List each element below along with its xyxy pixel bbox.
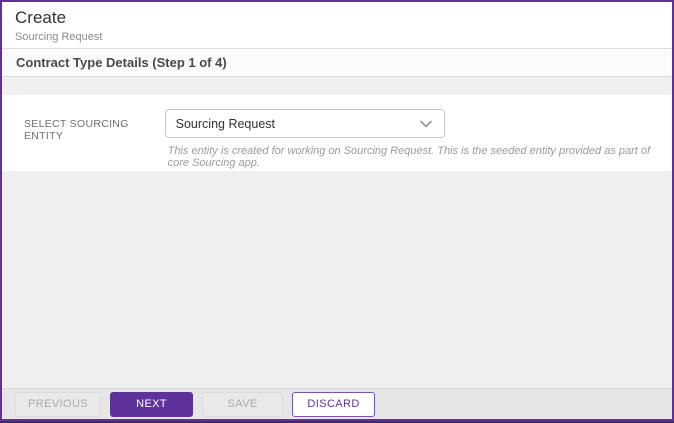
helper-text: This entity is created for working on So… — [167, 145, 651, 169]
footer-action-bar: PREVIOUS NEXT SAVE DISCARD — [2, 388, 672, 419]
page-header: Create Sourcing Request — [2, 2, 672, 49]
save-button[interactable]: SAVE — [202, 391, 284, 417]
discard-button[interactable]: DISCARD — [292, 391, 376, 417]
app-window: Create Sourcing Request Contract Type De… — [0, 0, 674, 421]
sourcing-entity-select[interactable]: Sourcing Request — [164, 109, 445, 138]
next-button[interactable]: NEXT — [110, 391, 194, 417]
content-background — [2, 171, 672, 388]
previous-button[interactable]: PREVIOUS — [15, 391, 102, 417]
chevron-down-icon — [419, 120, 432, 128]
sourcing-entity-label: SELECT SOURCING ENTITY — [24, 118, 129, 142]
page-title: Create — [15, 8, 67, 27]
section-header: Contract Type Details (Step 1 of 4) — [2, 49, 672, 77]
spacer-strip — [2, 77, 672, 95]
section-title: Contract Type Details (Step 1 of 4) — [16, 55, 227, 70]
sourcing-entity-field: Sourcing Request This entity is created … — [164, 109, 672, 171]
breadcrumb: Sourcing Request — [15, 31, 103, 43]
form-panel: SELECT SOURCING ENTITY Sourcing Request … — [2, 95, 672, 171]
selected-value: Sourcing Request — [175, 116, 276, 131]
